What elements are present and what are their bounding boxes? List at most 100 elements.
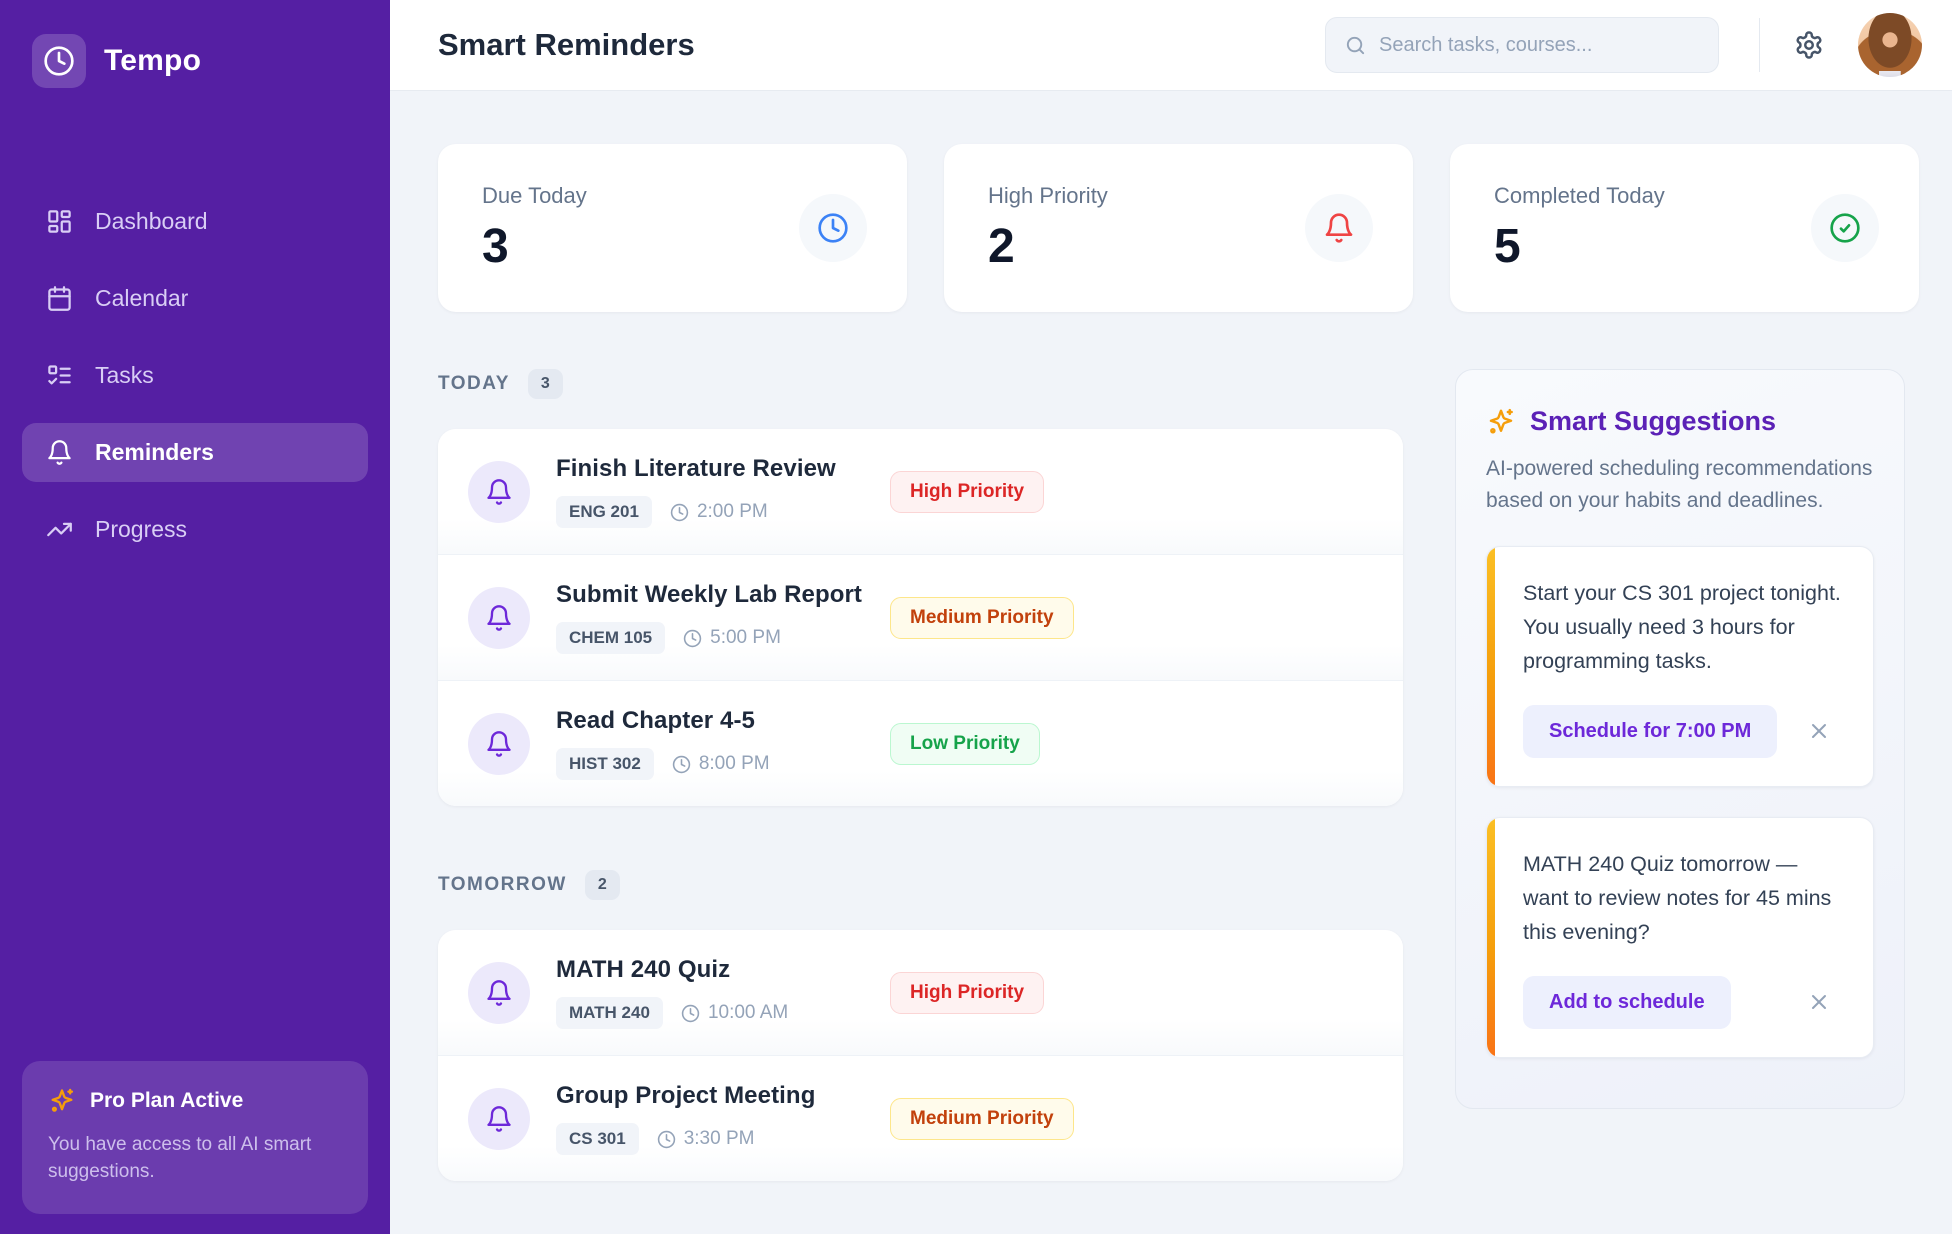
stat-card-high-priority: High Priority 2	[944, 144, 1413, 312]
reminder-time: 8:00 PM	[699, 753, 770, 775]
clock-icon	[683, 629, 702, 648]
priority-badge: Low Priority	[890, 723, 1040, 765]
bell-icon	[468, 461, 530, 523]
reminder-time: 3:30 PM	[684, 1128, 755, 1150]
suggestion-card: MATH 240 Quiz tomorrow — want to review …	[1486, 817, 1874, 1058]
priority-badge: High Priority	[890, 471, 1044, 513]
sidebar-item-label: Progress	[95, 516, 187, 543]
main-area: Smart Reminders Due Today 3	[390, 0, 1952, 1234]
accent-bar	[1487, 818, 1495, 1057]
clock-icon	[32, 34, 86, 88]
app-logo: Tempo	[22, 30, 368, 92]
reminder-time: 10:00 AM	[708, 1002, 788, 1024]
sidebar-nav: Dashboard Calendar Tasks Reminders Progr…	[22, 192, 368, 559]
course-badge: HIST 302	[556, 748, 654, 780]
suggestion-text: MATH 240 Quiz tomorrow — want to review …	[1523, 848, 1845, 950]
app-name: Tempo	[104, 44, 201, 78]
tasks-icon	[46, 362, 73, 389]
sidebar: Tempo Dashboard Calendar Tasks Reminders	[0, 0, 390, 1234]
sidebar-item-calendar[interactable]: Calendar	[22, 269, 368, 328]
section-count-badge: 2	[585, 870, 620, 900]
section-count-badge: 3	[528, 369, 563, 399]
sidebar-item-label: Reminders	[95, 439, 214, 466]
page-title: Smart Reminders	[438, 27, 695, 63]
bell-icon	[468, 962, 530, 1024]
pro-plan-card: Pro Plan Active You have access to all A…	[22, 1061, 368, 1214]
clock-icon	[657, 1130, 676, 1149]
priority-badge: Medium Priority	[890, 1098, 1074, 1140]
sidebar-item-progress[interactable]: Progress	[22, 500, 368, 559]
today-list: Finish Literature Review ENG 201 2:00 PM…	[438, 429, 1403, 806]
check-circle-icon	[1811, 194, 1879, 262]
section-title: TODAY	[438, 373, 510, 395]
sparkles-icon	[48, 1087, 76, 1115]
avatar[interactable]	[1858, 13, 1922, 77]
stat-value: 5	[1494, 219, 1665, 274]
dashboard-icon	[46, 208, 73, 235]
smart-suggestions-panel: Smart Suggestions AI-powered scheduling …	[1455, 369, 1905, 1109]
reminder-title: Finish Literature Review	[556, 455, 890, 483]
stat-card-completed-today: Completed Today 5	[1450, 144, 1919, 312]
stat-label: Completed Today	[1494, 183, 1665, 209]
pro-plan-title: Pro Plan Active	[90, 1089, 243, 1113]
bell-icon	[468, 587, 530, 649]
divider	[1759, 18, 1760, 72]
search-box[interactable]	[1325, 17, 1719, 73]
stat-value: 2	[988, 219, 1108, 274]
suggestion-card: Start your CS 301 project tonight. You u…	[1486, 546, 1874, 787]
sidebar-item-label: Calendar	[95, 285, 188, 312]
gear-icon[interactable]	[1786, 22, 1832, 68]
close-icon[interactable]	[1801, 713, 1837, 749]
reminder-row[interactable]: Group Project Meeting CS 301 3:30 PM Med…	[438, 1056, 1403, 1181]
top-bar: Smart Reminders	[390, 0, 1952, 91]
reminder-row[interactable]: Submit Weekly Lab Report CHEM 105 5:00 P…	[438, 555, 1403, 681]
search-input[interactable]	[1379, 34, 1700, 57]
course-badge: MATH 240	[556, 997, 663, 1029]
bell-icon	[468, 1088, 530, 1150]
close-icon[interactable]	[1801, 984, 1837, 1020]
reminder-row[interactable]: Read Chapter 4-5 HIST 302 8:00 PM Low Pr…	[438, 681, 1403, 806]
reminder-row[interactable]: Finish Literature Review ENG 201 2:00 PM…	[438, 429, 1403, 555]
reminder-time: 5:00 PM	[710, 627, 781, 649]
section-header-tomorrow: TOMORROW 2	[438, 870, 1403, 900]
clock-icon	[672, 755, 691, 774]
reminder-title: Read Chapter 4-5	[556, 707, 890, 735]
calendar-icon	[46, 285, 73, 312]
reminder-row[interactable]: MATH 240 Quiz MATH 240 10:00 AM High Pri…	[438, 930, 1403, 1056]
content: Due Today 3 High Priority 2 Completed	[390, 91, 1952, 1234]
clock-icon	[670, 503, 689, 522]
accent-bar	[1487, 547, 1495, 786]
bell-icon	[46, 439, 73, 466]
search-icon	[1344, 34, 1367, 57]
priority-badge: High Priority	[890, 972, 1044, 1014]
reminder-lists: TODAY 3 Finish Literature Review ENG 201	[438, 369, 1403, 1234]
sidebar-item-tasks[interactable]: Tasks	[22, 346, 368, 405]
pro-plan-description: You have access to all AI smart suggesti…	[48, 1131, 342, 1186]
trending-up-icon	[46, 516, 73, 543]
course-badge: CHEM 105	[556, 622, 665, 654]
sidebar-item-label: Dashboard	[95, 208, 208, 235]
schedule-button[interactable]: Schedule for 7:00 PM	[1523, 705, 1777, 758]
sidebar-item-dashboard[interactable]: Dashboard	[22, 192, 368, 251]
reminder-title: Group Project Meeting	[556, 1082, 890, 1110]
priority-badge: Medium Priority	[890, 597, 1074, 639]
sidebar-item-label: Tasks	[95, 362, 154, 389]
stats-row: Due Today 3 High Priority 2 Completed	[438, 144, 1919, 312]
section-title: TOMORROW	[438, 874, 567, 896]
add-to-schedule-button[interactable]: Add to schedule	[1523, 976, 1731, 1029]
sparkles-icon	[1486, 407, 1516, 437]
reminder-time: 2:00 PM	[697, 501, 768, 523]
reminder-title: Submit Weekly Lab Report	[556, 581, 890, 609]
clock-icon	[799, 194, 867, 262]
suggestions-subtitle: AI-powered scheduling recommendations ba…	[1486, 453, 1874, 516]
sidebar-item-reminders[interactable]: Reminders	[22, 423, 368, 482]
course-badge: CS 301	[556, 1123, 639, 1155]
bell-icon	[1305, 194, 1373, 262]
stat-value: 3	[482, 219, 587, 274]
stat-label: High Priority	[988, 183, 1108, 209]
bell-icon	[468, 713, 530, 775]
reminder-title: MATH 240 Quiz	[556, 956, 890, 984]
suggestions-title: Smart Suggestions	[1530, 406, 1776, 437]
clock-icon	[681, 1004, 700, 1023]
stat-label: Due Today	[482, 183, 587, 209]
